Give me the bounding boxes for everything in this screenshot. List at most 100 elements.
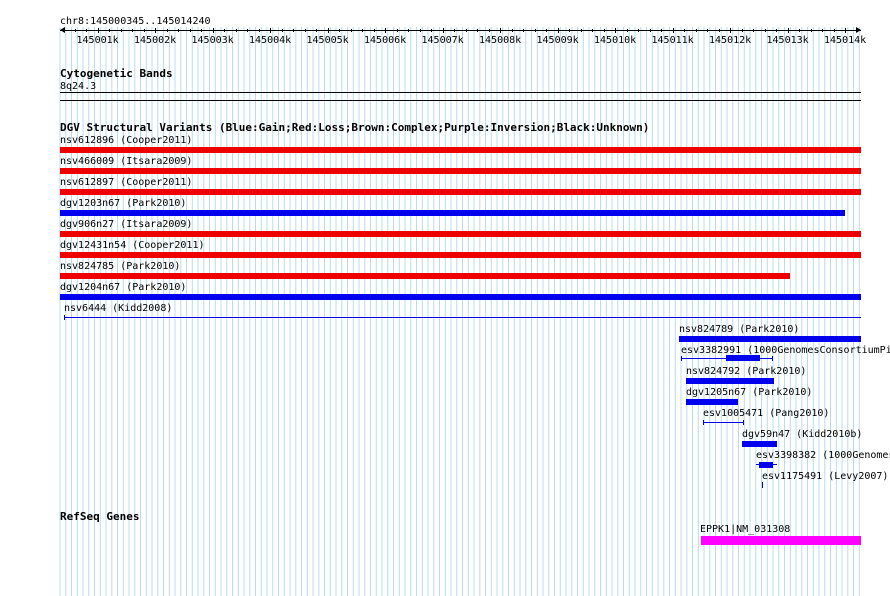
ruler-minor-tick	[638, 29, 640, 32]
ruler-tick-label: 145008k	[479, 35, 522, 46]
variant-label: dgv906n27 (Itsara2009)	[60, 219, 193, 230]
gene-bar-eppk1[interactable]	[701, 536, 861, 545]
variant-bar-gain[interactable]	[679, 336, 861, 342]
ruler-minor-tick	[523, 29, 525, 32]
ruler-minor-tick	[235, 29, 237, 32]
ruler-tick-label: 145014k	[824, 35, 867, 46]
ruler-minor-tick	[718, 29, 720, 32]
variant-end-cap	[64, 315, 65, 320]
ruler-minor-tick	[247, 29, 249, 32]
ruler-minor-tick	[534, 29, 536, 32]
ruler-minor-tick	[649, 29, 651, 32]
ruler-tick-label: 145013k	[766, 35, 809, 46]
variant-end-cap	[743, 420, 744, 425]
variant-bar-loss[interactable]	[60, 147, 861, 153]
ruler-minor-tick	[419, 29, 421, 32]
variant-bar-thin[interactable]	[64, 317, 861, 318]
variant-label: nsv824792 (Park2010)	[686, 366, 807, 377]
variant-end-cap	[772, 356, 773, 361]
variant-bar-loss[interactable]	[60, 231, 861, 237]
ruler-major-tick	[270, 28, 272, 33]
ruler-minor-tick	[465, 29, 467, 32]
variant-label: nsv612897 (Cooper2011)	[60, 177, 193, 188]
ruler-minor-tick	[166, 29, 168, 32]
ruler-minor-tick	[776, 29, 778, 32]
variant-bar-loss[interactable]	[60, 252, 861, 258]
ruler-minor-tick	[488, 29, 490, 32]
variant-bar-gain[interactable]	[726, 355, 760, 361]
ruler-minor-tick	[293, 29, 295, 32]
cytoband-line-top	[60, 92, 861, 93]
variant-bar-gain[interactable]	[60, 210, 845, 216]
variant-label: dgv12431n54 (Cooper2011)	[60, 240, 205, 251]
variant-label: esv1175491 (Levy2007)	[762, 471, 889, 482]
ruler-minor-tick	[454, 29, 456, 32]
ruler-tick-label: 145001k	[76, 35, 119, 46]
ruler-tick-label: 145010k	[594, 35, 637, 46]
cytoband-label: 8q24.3	[60, 81, 97, 92]
variant-bar-gain[interactable]	[759, 462, 773, 468]
ruler-minor-tick	[281, 29, 283, 32]
gene-label: EPPK1|NM_031308	[700, 524, 791, 535]
variant-label: dgv1204n67 (Park2010)	[60, 282, 187, 293]
ruler-minor-tick	[63, 29, 65, 32]
ruler-minor-tick	[120, 29, 122, 32]
variant-label: nsv612896 (Cooper2011)	[60, 135, 193, 146]
ruler-major-tick	[442, 28, 444, 33]
ruler-minor-tick	[799, 29, 801, 32]
ruler-minor-tick	[626, 29, 628, 32]
variant-label: dgv59n47 (Kidd2010b)	[742, 429, 863, 440]
ruler-major-tick	[212, 28, 214, 33]
variant-bar-loss[interactable]	[60, 273, 790, 279]
variant-bar-loss[interactable]	[60, 189, 861, 195]
refseq-track-title[interactable]: RefSeq Genes	[60, 511, 139, 523]
variant-label: esv3382991 (1000GenomesConsortiumPi	[681, 345, 890, 356]
variant-bar-thin[interactable]	[703, 422, 744, 423]
variant-label: nsv6444 (Kidd2008)	[64, 303, 173, 314]
ruler-tick-label: 145002k	[134, 35, 177, 46]
ruler-major-tick	[615, 28, 617, 33]
variant-end-cap	[703, 420, 704, 425]
ruler-minor-tick	[569, 29, 571, 32]
ruler-minor-tick	[753, 29, 755, 32]
ruler-minor-tick	[707, 29, 709, 32]
ruler-minor-tick	[143, 29, 145, 32]
ruler-minor-tick	[810, 29, 812, 32]
ruler-major-tick	[385, 28, 387, 33]
ruler-minor-tick	[224, 29, 226, 32]
variant-bar-gain[interactable]	[742, 441, 777, 447]
variant-bar-gain[interactable]	[60, 294, 861, 300]
cytoband-track-title[interactable]: Cytogenetic Bands	[60, 68, 173, 80]
variant-label: nsv466009 (Itsara2009)	[60, 156, 193, 167]
ruler-minor-tick	[511, 29, 513, 32]
variant-bar-loss[interactable]	[60, 168, 861, 174]
dgv-track-title[interactable]: DGV Structural Variants (Blue:Gain;Red:L…	[60, 122, 649, 134]
ruler-minor-tick	[74, 29, 76, 32]
variant-bar-gain[interactable]	[686, 399, 738, 405]
ruler-major-tick	[672, 28, 674, 33]
variant-label: dgv1205n67 (Park2010)	[686, 387, 813, 398]
ruler-tick-label: 145012k	[709, 35, 752, 46]
ruler-minor-tick	[396, 29, 398, 32]
position-label: chr8:145000345..145014240	[60, 16, 211, 27]
ruler-tick-label: 145011k	[651, 35, 694, 46]
ruler-major-tick	[97, 28, 99, 33]
ruler-major-tick	[730, 28, 732, 33]
ruler-minor-tick	[189, 29, 191, 32]
ruler-minor-tick	[431, 29, 433, 32]
ruler-minor-tick	[408, 29, 410, 32]
ruler-tick-label: 145006k	[364, 35, 407, 46]
ruler-tick-label: 145005k	[306, 35, 349, 46]
ruler-minor-tick	[350, 29, 352, 32]
ruler-minor-tick	[178, 29, 180, 32]
variant-bar-gain[interactable]	[686, 378, 774, 384]
variant-label: nsv824789 (Park2010)	[679, 324, 800, 335]
variant-label: esv3398382 (1000Genomes	[756, 450, 890, 461]
ruler-minor-tick	[316, 29, 318, 32]
ruler-minor-tick	[856, 29, 858, 32]
ruler-major-tick	[787, 28, 789, 33]
ruler-major-tick	[500, 28, 502, 33]
ruler-minor-tick	[109, 29, 111, 32]
ruler-minor-tick	[362, 29, 364, 32]
variant-bar-thin[interactable]	[762, 482, 763, 488]
